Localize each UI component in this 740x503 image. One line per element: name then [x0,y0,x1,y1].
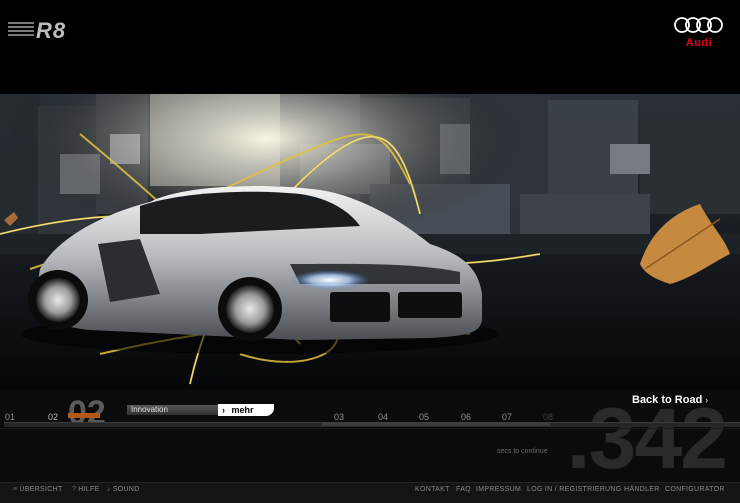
back-to-road-label: Back to Road [632,394,703,406]
footer-overview-link[interactable]: ≡ ÜBERSICHT [13,486,63,493]
chapter-08[interactable]: 08 [543,412,553,422]
mehr-button[interactable]: › mehr [218,404,274,416]
footer-impressum-link[interactable]: IMPRESSUM [476,486,521,493]
r8-logo-text: R8 [36,18,67,43]
r8-logo[interactable]: R8 [8,18,78,44]
footer-login-link[interactable]: LOG IN / REGISTRIERUNG [527,486,622,493]
header-bar: R8 Audi [0,0,740,94]
chapter-05[interactable]: 05 [419,412,429,422]
footer-sound-link[interactable]: ♪ SOUND [107,486,140,493]
hero-animation-stage[interactable] [0,94,740,390]
chevron-right-icon: › [705,395,709,405]
mehr-button-label: mehr [231,405,254,415]
audi-logo-text: Audi [685,37,713,49]
chapter-01[interactable]: 01 [5,412,15,422]
footer-help-label: HILFE [78,486,100,493]
sound-icon: ♪ [107,486,111,493]
chapter-06[interactable]: 06 [461,412,471,422]
audi-logo[interactable]: Audi [672,16,726,50]
hero-scene [0,94,740,390]
footer-kontakt-link[interactable]: KONTAKT [415,486,450,493]
footer-configurator-link[interactable]: CONFIGURATOR [665,486,725,493]
r8-speed-stripes-icon [8,22,34,38]
chapter-02[interactable]: 02 [48,412,58,422]
footer-faq-link[interactable]: FAQ [456,486,471,493]
chapter-title-label: Innovation [127,405,218,415]
back-to-road-link[interactable]: Back to Road › [632,394,708,406]
footer-nav: ≡ ÜBERSICHT ? HILFE ♪ SOUND KONTAKT FAQ IMP… [0,482,740,503]
audi-rings-icon [674,17,723,33]
help-icon: ? [72,486,77,493]
secs-to-continue-label: secs to continue [497,448,548,455]
timeline-progress [322,422,550,426]
chapter-04[interactable]: 04 [378,412,388,422]
chapter-03[interactable]: 03 [334,412,344,422]
countdown-number: .342 [566,391,728,487]
overview-icon: ≡ [13,486,18,493]
panel-divider [0,428,740,429]
footer-overview-label: ÜBERSICHT [19,486,63,493]
current-chapter-marker [68,413,100,418]
footer-sound-label: SOUND [112,486,140,493]
chevron-right-icon: › [222,405,225,415]
footer-help-link[interactable]: ? HILFE [72,486,100,493]
chapter-07[interactable]: 07 [502,412,512,422]
footer-haendler-link[interactable]: HÄNDLER [624,486,660,493]
